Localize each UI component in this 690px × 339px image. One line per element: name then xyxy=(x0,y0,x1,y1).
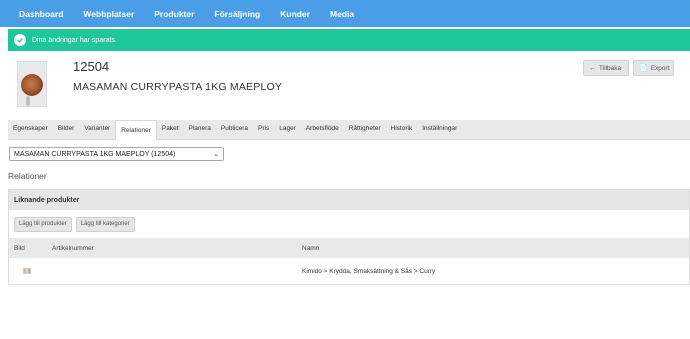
column-bild: Bild xyxy=(14,244,25,252)
success-alert: Dina ändringar har sparats. xyxy=(8,29,690,51)
product-tabs: Egenskaper Bilder Varianter Relationer P… xyxy=(8,120,690,140)
nav-forsaljning[interactable]: Försäljning xyxy=(214,9,260,19)
variant-select[interactable]: MASAMAN CURRYPASTA 1KG MAEPLOY (12504) ⌄ xyxy=(9,147,224,161)
column-namn: Namn xyxy=(302,244,320,252)
panel-actions: Lägg till produkter Lägg till kategorier xyxy=(9,210,689,238)
tab-planera[interactable]: Planera xyxy=(184,119,216,139)
table-header: Bild Artikelnummer Namn xyxy=(9,238,689,258)
tab-installningar[interactable]: Inställningar xyxy=(417,119,462,139)
table-row[interactable]: Kimido > Krydda, Smaksättning & Sås > Cu… xyxy=(9,258,689,285)
back-button-label: Tillbaka xyxy=(599,64,622,72)
document-icon: 📄 xyxy=(639,65,648,72)
add-categories-button[interactable]: Lägg till kategorier xyxy=(75,216,135,232)
nav-kunder[interactable]: Kunder xyxy=(280,9,310,19)
tab-paket[interactable]: Paket xyxy=(157,119,184,139)
variant-select-value: MASAMAN CURRYPASTA 1KG MAEPLOY (12504) xyxy=(14,150,176,158)
tab-historik[interactable]: Historik xyxy=(386,119,418,139)
tab-bilder[interactable]: Bilder xyxy=(53,119,80,139)
row-namn: Kimido > Krydda, Smaksättning & Sås > Cu… xyxy=(302,267,436,275)
panel-header: Liknande produkter xyxy=(9,190,689,210)
arrow-left-icon: ← xyxy=(589,64,596,72)
nav-produkter[interactable]: Produkter xyxy=(154,9,194,19)
column-artikelnummer: Artikelnummer xyxy=(52,244,94,252)
nav-webbplatser[interactable]: Webbplatser xyxy=(83,9,134,19)
back-button[interactable]: ← Tillbaka xyxy=(583,60,629,76)
tab-rattigheter[interactable]: Rättigheter xyxy=(344,119,386,139)
section-title: Relationer xyxy=(8,171,47,181)
tab-egenskaper[interactable]: Egenskaper xyxy=(8,119,53,139)
tab-arbetsflode[interactable]: Arbetsflöde xyxy=(301,119,344,139)
tab-lager[interactable]: Lager xyxy=(274,119,301,139)
add-products-button[interactable]: Lägg till produkter xyxy=(14,216,72,232)
export-button[interactable]: 📄 Export xyxy=(633,60,674,76)
nav-media[interactable]: Media xyxy=(330,9,354,19)
chevron-down-icon: ⌄ xyxy=(213,151,219,158)
export-button-label: Export xyxy=(650,64,670,72)
tab-pris[interactable]: Pris xyxy=(253,119,274,139)
nav-dashboard[interactable]: Dashboard xyxy=(19,9,63,19)
tab-publicera[interactable]: Publicera xyxy=(216,119,253,139)
product-name: MASAMAN CURRYPASTA 1KG MAEPLOY xyxy=(73,81,283,93)
row-product-image xyxy=(23,268,31,274)
related-products-panel: Liknande produkter Lägg till produkter L… xyxy=(8,189,690,285)
tab-varianter[interactable]: Varianter xyxy=(79,119,115,139)
product-thumbnail xyxy=(17,61,47,107)
tab-relationer[interactable]: Relationer xyxy=(115,120,157,140)
alert-message: Dina ändringar har sparats. xyxy=(32,36,117,44)
top-navigation: Dashboard Webbplatser Produkter Försäljn… xyxy=(0,0,690,27)
product-id: 12504 xyxy=(73,59,110,74)
check-circle-icon xyxy=(14,34,26,46)
